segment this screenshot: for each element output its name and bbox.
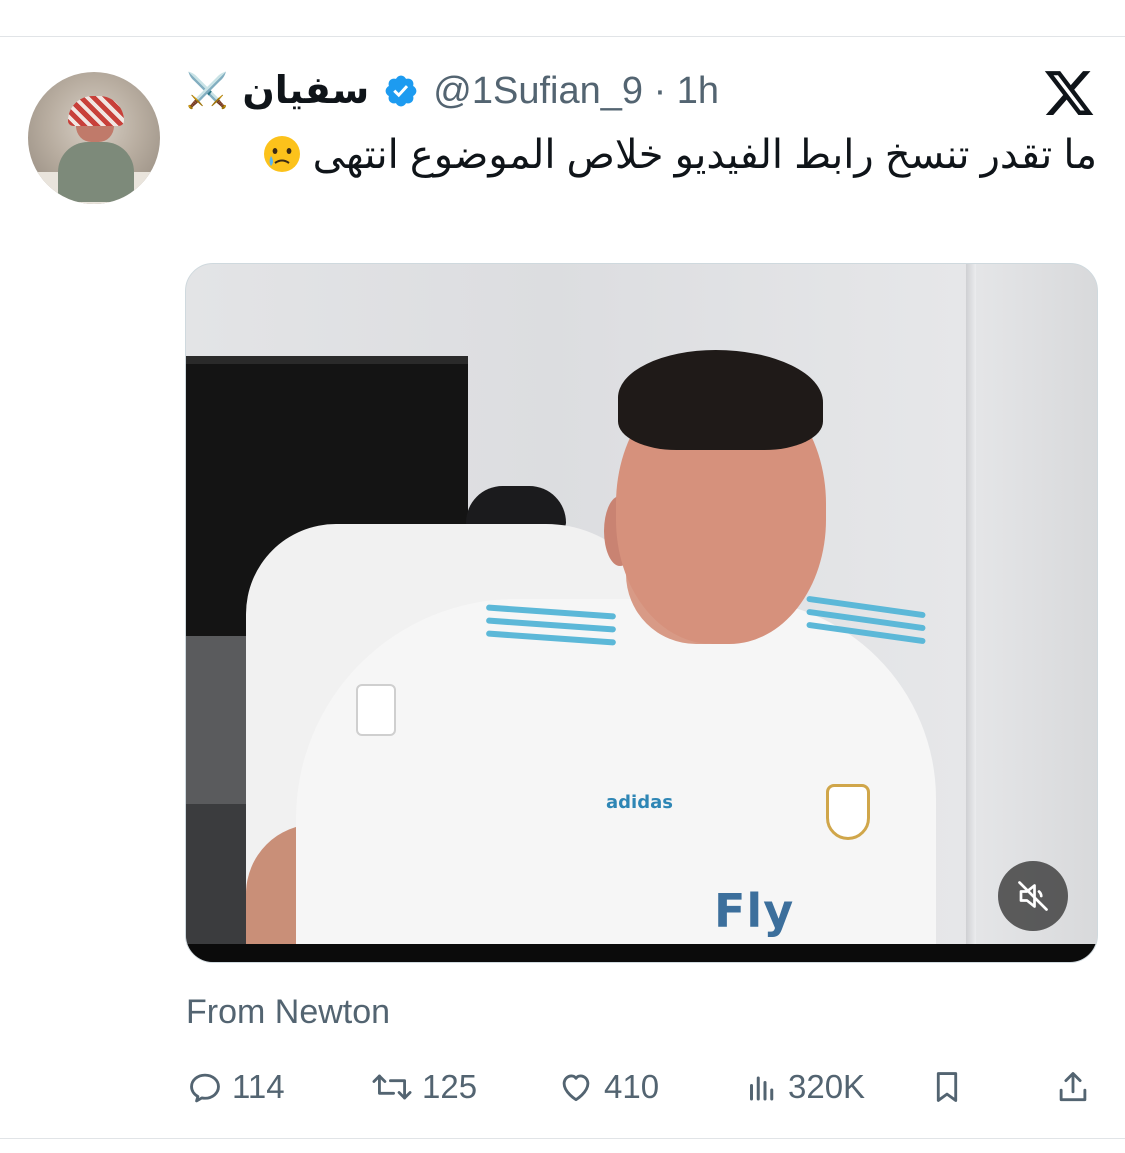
bottom-divider	[0, 1138, 1125, 1139]
repost-button[interactable]: 125	[370, 1060, 477, 1114]
tweet-text: ما تقدر تنسخ رابط الفيديو خلاص الموضوع ا…	[217, 128, 1097, 182]
football-shirt	[296, 599, 936, 962]
muted-speaker-icon	[1018, 881, 1048, 911]
timestamp[interactable]: 1h	[677, 70, 719, 112]
share-icon	[1059, 1072, 1087, 1102]
separator: ·	[653, 70, 667, 112]
shirt-sponsor: Fly	[714, 884, 795, 938]
reply-count: 114	[232, 1068, 285, 1105]
views-button[interactable]: 320K	[744, 1060, 865, 1114]
league-patch	[356, 684, 396, 736]
reply-icon	[190, 1073, 220, 1103]
heart-icon	[562, 1074, 590, 1102]
share-button[interactable]	[1054, 1060, 1092, 1114]
tweet-video[interactable]: adidas Fly	[185, 263, 1098, 963]
swords-emoji: ⚔️	[186, 71, 229, 111]
mute-toggle-button[interactable]	[998, 861, 1068, 931]
like-count: 410	[604, 1068, 660, 1105]
tweet-source: From Newton	[186, 993, 391, 1031]
tweet-actions: 114 125 410 320K	[186, 1060, 1096, 1114]
holding-back-tears-emoji-icon	[263, 136, 300, 172]
club-crest	[826, 784, 870, 840]
x-logo-icon[interactable]	[1042, 66, 1096, 120]
analytics-icon	[750, 1076, 774, 1101]
display-name[interactable]: سفيان	[242, 66, 369, 116]
shirt-brand: adidas	[606, 792, 673, 813]
bookmark-button[interactable]	[928, 1060, 966, 1114]
reply-button[interactable]: 114	[186, 1060, 285, 1114]
avatar[interactable]	[28, 72, 160, 204]
handle-and-time[interactable]: @1Sufian_9 · 1h	[433, 66, 719, 116]
verified-badge-icon	[385, 75, 417, 107]
views-count: 320K	[788, 1068, 866, 1105]
tweet-body: ما تقدر تنسخ رابط الفيديو خلاص الموضوع ا…	[312, 133, 1097, 177]
like-button[interactable]: 410	[556, 1060, 659, 1114]
repost-count: 125	[422, 1068, 478, 1105]
top-divider	[0, 36, 1125, 37]
handle[interactable]: @1Sufian_9	[433, 70, 643, 112]
bookmark-icon	[936, 1072, 958, 1102]
tweet-header: ⚔️ سفيان @1Sufian_9 · 1h	[180, 66, 1110, 116]
repost-icon	[372, 1074, 412, 1100]
